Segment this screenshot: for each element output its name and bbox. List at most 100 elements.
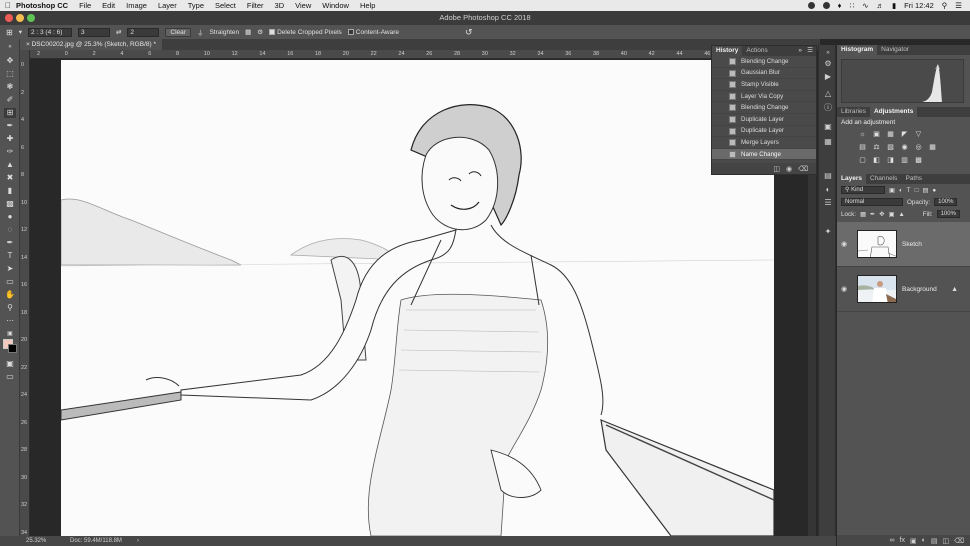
history-item[interactable]: Gaussian Blur bbox=[712, 68, 816, 80]
color-panel-icon[interactable]: ▣ bbox=[823, 122, 833, 131]
curves-icon[interactable]: ▦ bbox=[885, 130, 896, 140]
document-tab[interactable]: × DSC00202.jpg @ 25.3% (Sketch, RGB/8) * bbox=[20, 39, 162, 50]
hue-saturation-icon[interactable]: ▤ bbox=[857, 143, 868, 153]
content-aware-checkbox[interactable]: Content-Aware bbox=[347, 29, 399, 36]
history-item[interactable]: Duplicate Layer bbox=[712, 114, 816, 126]
styles-icon[interactable]: ◐ bbox=[823, 185, 833, 194]
status-icon[interactable] bbox=[822, 2, 830, 9]
marquee-tool-icon[interactable]: ⬚ bbox=[4, 69, 16, 79]
actions-play-icon[interactable]: ▶ bbox=[823, 72, 833, 81]
history-item-selected[interactable]: Name Change bbox=[712, 148, 816, 161]
brush-tool-icon[interactable]: ✑ bbox=[4, 147, 16, 157]
tab-paths[interactable]: Paths bbox=[901, 174, 926, 184]
exposure-icon[interactable]: ◤ bbox=[899, 130, 910, 140]
new-group-folder-icon[interactable]: ▤ bbox=[931, 537, 938, 545]
crop-tool-icon[interactable]: ⊞ bbox=[4, 108, 16, 118]
history-item[interactable]: Merge Layers bbox=[712, 137, 816, 149]
zoom-tool-icon[interactable]: ⚲ bbox=[4, 303, 16, 313]
layer-row-sketch[interactable]: ◉ Sketch bbox=[837, 222, 970, 267]
tab-channels[interactable]: Channels bbox=[866, 174, 901, 184]
crop-tool-icon[interactable]: ⊞ bbox=[6, 28, 13, 37]
eraser-tool-icon[interactable]: ▮ bbox=[4, 186, 16, 196]
filter-type-icon[interactable]: T bbox=[907, 187, 911, 194]
menu-type[interactable]: Type bbox=[188, 1, 204, 10]
tab-histogram[interactable]: Histogram bbox=[837, 45, 878, 55]
crop-ratio-select[interactable]: 2 : 3 (4 : 6) bbox=[27, 27, 72, 37]
crop-settings-gear-icon[interactable]: ⚙ bbox=[257, 28, 263, 36]
straighten-icon[interactable]: ⏚ bbox=[197, 27, 204, 37]
lock-artboard-icon[interactable]: ▣ bbox=[889, 211, 895, 218]
menu-window[interactable]: Window bbox=[322, 1, 349, 10]
swap-dimensions-icon[interactable]: ⇄ bbox=[116, 28, 121, 36]
close-window-button[interactable] bbox=[5, 14, 13, 22]
filter-adjustment-icon[interactable]: ◐ bbox=[899, 187, 903, 194]
history-brush-tool-icon[interactable]: ✖ bbox=[4, 173, 16, 183]
tab-layers[interactable]: Layers bbox=[837, 174, 866, 184]
blur-tool-icon[interactable]: ● bbox=[4, 212, 16, 222]
clear-button[interactable]: Clear bbox=[165, 27, 191, 37]
photo-filter-icon[interactable]: ◉ bbox=[899, 143, 910, 153]
quick-selection-tool-icon[interactable]: ✐ bbox=[4, 95, 16, 105]
collapse-panel-icon[interactable]: » bbox=[798, 46, 802, 56]
opacity-field[interactable]: 100% bbox=[934, 198, 958, 206]
zoom-level[interactable]: 25.32% bbox=[26, 536, 46, 546]
layer-name-sketch[interactable]: Sketch bbox=[902, 241, 922, 248]
overlay-grid-icon[interactable]: ▦ bbox=[245, 28, 251, 36]
dropbox-icon[interactable]: ♦ bbox=[838, 1, 842, 10]
healing-brush-tool-icon[interactable]: ✚ bbox=[4, 134, 16, 144]
fill-field[interactable]: 100% bbox=[936, 210, 960, 218]
black-white-icon[interactable]: ▧ bbox=[885, 143, 896, 153]
bluetooth-icon[interactable]: ∷ bbox=[849, 1, 854, 10]
crop-width-field[interactable]: 3 bbox=[77, 27, 110, 37]
menu-view[interactable]: View bbox=[295, 1, 311, 10]
color-lookup-icon[interactable]: ▦ bbox=[927, 143, 938, 153]
history-item[interactable]: Blending Change bbox=[712, 102, 816, 114]
type-tool-icon[interactable]: T bbox=[4, 251, 16, 261]
rectangle-tool-icon[interactable]: ▭ bbox=[4, 277, 16, 287]
lock-image-icon[interactable]: ✒ bbox=[870, 211, 875, 218]
layer-kind-filter[interactable]: ⚲ Kind bbox=[841, 186, 885, 194]
quick-mask-icon[interactable]: ▣ bbox=[4, 359, 16, 369]
invert-icon[interactable]: ▢ bbox=[857, 156, 868, 166]
pen-tool-icon[interactable]: ✒ bbox=[4, 238, 16, 248]
reset-crop-icon[interactable]: ↺ bbox=[465, 27, 473, 38]
more-tools-icon[interactable]: ⋯ bbox=[4, 316, 16, 326]
canvas-image[interactable] bbox=[61, 60, 774, 536]
vibrance-icon[interactable]: ▽ bbox=[913, 130, 924, 140]
brush-settings-icon[interactable]: △ bbox=[823, 89, 833, 98]
wifi-icon[interactable]: ∿ bbox=[862, 1, 868, 10]
hand-tool-icon[interactable]: ✋ bbox=[4, 290, 16, 300]
apple-icon[interactable]:  bbox=[0, 1, 16, 10]
path-selection-tool-icon[interactable]: ➤ bbox=[4, 264, 16, 274]
layer-lock-icon[interactable]: ▲ bbox=[951, 286, 958, 293]
history-item[interactable]: Blending Change bbox=[712, 56, 816, 68]
filter-smart-object-icon[interactable]: ▤ bbox=[922, 187, 928, 194]
menubar-clock[interactable]: Fri 12:42 bbox=[904, 1, 934, 10]
notification-icon[interactable]: ☰ bbox=[955, 1, 962, 10]
clone-stamp-tool-icon[interactable]: ▲ bbox=[4, 160, 16, 170]
spotlight-icon[interactable]: ⚲ bbox=[942, 1, 948, 10]
zoom-window-button[interactable] bbox=[27, 14, 35, 22]
menu-layer[interactable]: Layer bbox=[158, 1, 177, 10]
tools-collapse-icon[interactable]: » bbox=[4, 42, 16, 52]
delete-layer-trash-icon[interactable]: ⌫ bbox=[954, 537, 964, 545]
trash-icon[interactable]: ⌫ bbox=[798, 165, 808, 173]
menu-image[interactable]: Image bbox=[126, 1, 147, 10]
threshold-icon[interactable]: ◨ bbox=[885, 156, 896, 166]
link-layers-icon[interactable]: ∞ bbox=[890, 537, 895, 544]
glyphs-icon[interactable]: ☰ bbox=[823, 198, 833, 207]
document-size[interactable]: Doc: 59.4M/118.8M bbox=[70, 536, 122, 546]
channel-mixer-icon[interactable]: ◎ bbox=[913, 143, 924, 153]
history-item[interactable]: Duplicate Layer bbox=[712, 126, 816, 138]
visibility-eye-icon[interactable]: ◉ bbox=[841, 285, 851, 293]
add-mask-icon[interactable]: ▣ bbox=[910, 537, 917, 545]
dodge-tool-icon[interactable]: ◌ bbox=[4, 225, 16, 235]
gradient-map-icon[interactable]: ▥ bbox=[899, 156, 910, 166]
background-color-swatch[interactable] bbox=[8, 344, 17, 353]
menu-file[interactable]: File bbox=[79, 1, 91, 10]
lasso-tool-icon[interactable]: ❃ bbox=[4, 82, 16, 92]
eyedropper-tool-icon[interactable]: ✒ bbox=[4, 121, 16, 131]
tab-history[interactable]: History bbox=[712, 46, 743, 56]
screen-mode-icon[interactable]: ▭ bbox=[4, 372, 16, 382]
swatches-icon[interactable]: ▦ bbox=[823, 137, 833, 146]
